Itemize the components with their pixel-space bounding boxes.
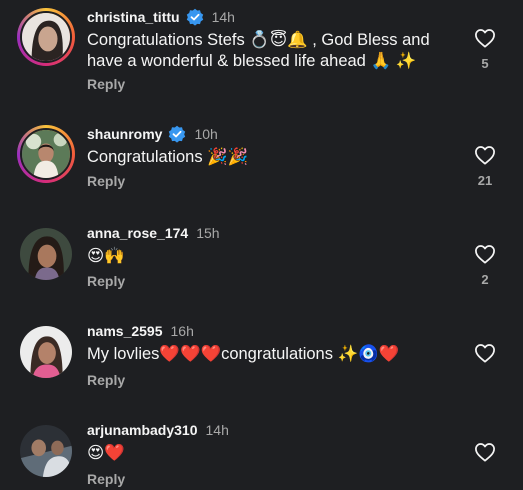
like-button[interactable] — [474, 28, 496, 48]
comment-text-line: 😍❤️ — [87, 444, 125, 462]
comment-text-line: Congratulations 🎉🎉 — [87, 148, 249, 166]
avatar-image — [20, 425, 72, 477]
timestamp: 14h — [211, 9, 235, 25]
comment-text-line: 😍🙌 — [87, 247, 125, 265]
avatar[interactable] — [20, 425, 72, 477]
comment-list: christina_tittu 14h Congratulations Stef… — [0, 0, 523, 490]
verified-badge-icon — [168, 125, 186, 143]
like-count: 21 — [477, 173, 493, 188]
heart-icon — [475, 245, 495, 264]
avatar[interactable] — [17, 125, 75, 183]
like-button[interactable] — [474, 244, 496, 264]
username[interactable]: shaunromy — [87, 126, 162, 142]
timestamp: 15h — [196, 225, 220, 241]
like-button[interactable] — [474, 145, 496, 165]
avatar-image — [22, 130, 70, 178]
reply-button[interactable]: Reply — [87, 173, 125, 189]
heart-icon — [475, 344, 495, 363]
comment-text: Congratulations Stefs 💍😇🔔 , God Bless an… — [87, 30, 457, 72]
comment-text-line: have a wonderful & blessed life ahead 🙏 … — [87, 52, 417, 70]
reply-button[interactable]: Reply — [87, 76, 125, 92]
avatar-image — [22, 13, 70, 61]
like-button[interactable] — [474, 343, 496, 363]
timestamp: 10h — [194, 126, 218, 142]
verified-badge-icon — [186, 8, 204, 26]
avatar[interactable] — [20, 326, 72, 378]
like-count: 5 — [481, 56, 489, 71]
comment-text: Congratulations 🎉🎉 — [87, 147, 457, 168]
avatar[interactable] — [20, 228, 72, 280]
timestamp: 14h — [205, 422, 229, 438]
avatar-image — [20, 228, 72, 280]
comment-text-line: Congratulations Stefs 💍😇🔔 , God Bless an… — [87, 31, 430, 49]
username[interactable]: nams_2595 — [87, 323, 163, 339]
comment-text-line: My lovlies❤️❤️❤️congratulations ✨🧿❤️ — [87, 345, 400, 363]
heart-icon — [475, 29, 495, 48]
avatar-image — [20, 326, 72, 378]
username[interactable]: christina_tittu — [87, 9, 180, 25]
reply-button[interactable]: Reply — [87, 471, 125, 487]
like-count: 2 — [481, 272, 489, 287]
comment-text: 😍❤️ — [87, 443, 457, 464]
reply-button[interactable]: Reply — [87, 273, 125, 289]
username[interactable]: anna_rose_174 — [87, 225, 188, 241]
comment-text: My lovlies❤️❤️❤️congratulations ✨🧿❤️ — [87, 344, 457, 365]
reply-button[interactable]: Reply — [87, 372, 125, 388]
like-button[interactable] — [474, 442, 496, 462]
username[interactable]: arjunambady310 — [87, 422, 198, 438]
avatar[interactable] — [17, 8, 75, 66]
comment-text: 😍🙌 — [87, 246, 457, 267]
timestamp: 16h — [170, 323, 194, 339]
heart-icon — [475, 443, 495, 462]
heart-icon — [475, 146, 495, 165]
